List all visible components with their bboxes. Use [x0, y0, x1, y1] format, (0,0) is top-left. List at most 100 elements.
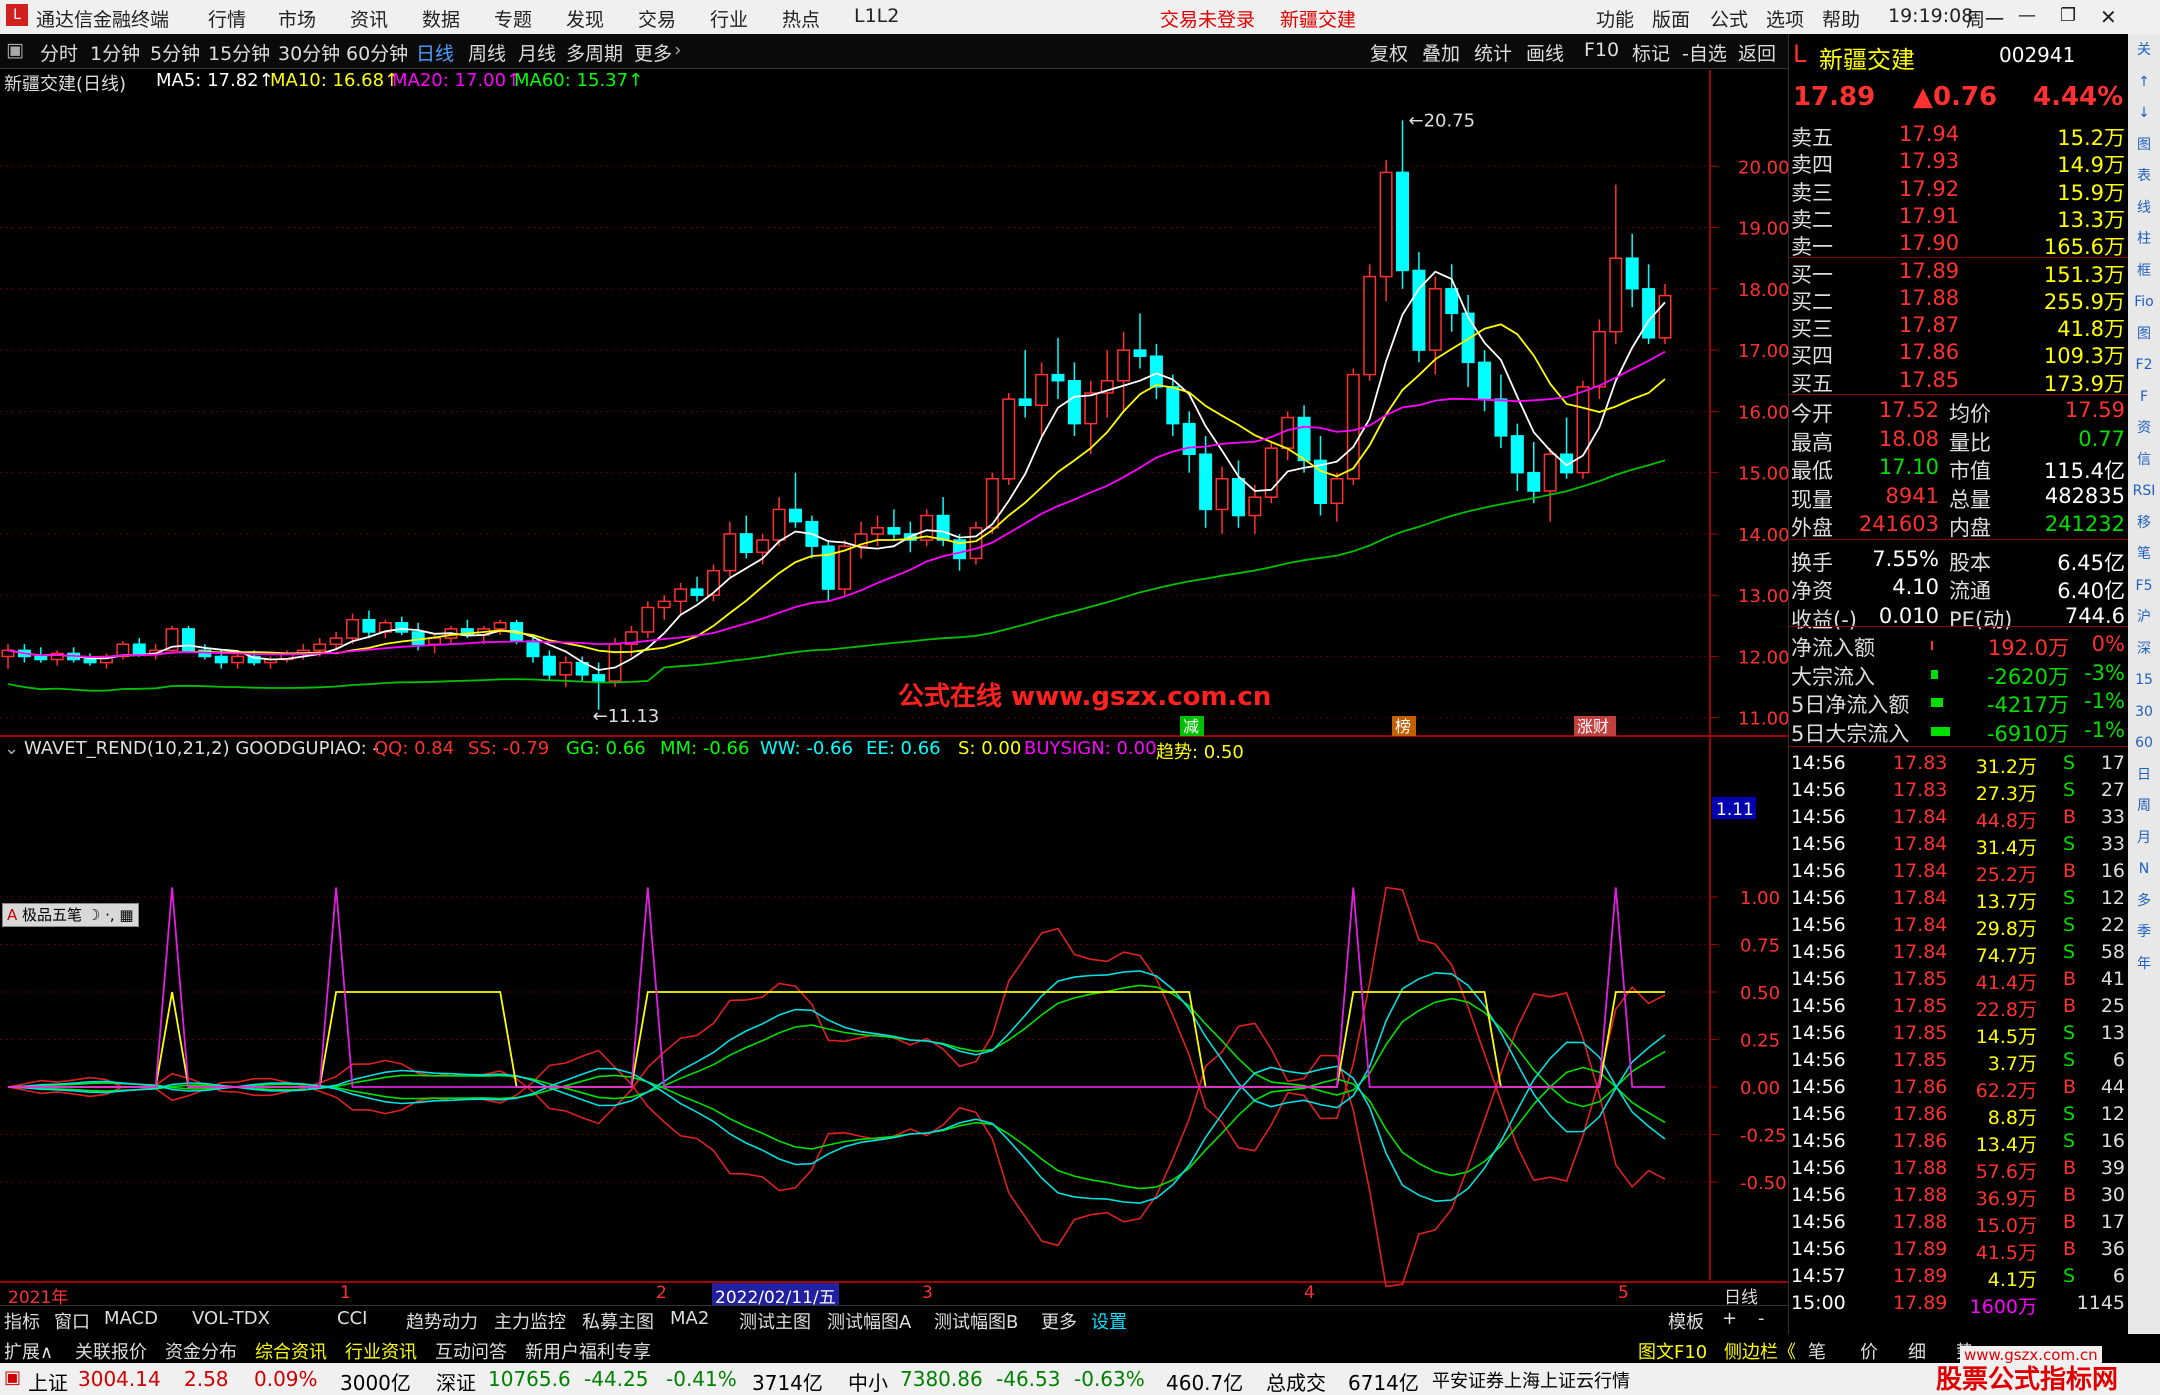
side-tool-icon[interactable]: 图: [2132, 133, 2156, 157]
indicator-tab-6[interactable]: 主力监控: [494, 1308, 566, 1334]
side-tool-icon[interactable]: 资: [2132, 416, 2156, 440]
indicator-tab-9[interactable]: 测试主图: [739, 1308, 811, 1334]
orderbook-row[interactable]: 卖三 17.92 15.9万: [1789, 177, 2129, 205]
more-chevron-icon[interactable]: ›: [674, 39, 682, 61]
indicator-tab-3[interactable]: VOL-TDX: [192, 1308, 270, 1329]
orderbook-row[interactable]: 卖二 17.91 13.3万: [1789, 204, 2129, 232]
event-tag[interactable]: 涨财: [1574, 716, 1616, 736]
side-tool-icon[interactable]: ↑: [2132, 70, 2156, 94]
indicator-tab-2[interactable]: MACD: [104, 1308, 158, 1329]
side-tool-icon[interactable]: 15: [2132, 668, 2156, 692]
side-tool-icon[interactable]: 信: [2132, 448, 2156, 472]
side-tool-icon[interactable]: 日: [2132, 763, 2156, 787]
indicator-tab-7[interactable]: 私募主图: [582, 1308, 654, 1334]
template-btn-2[interactable]: -: [1758, 1308, 1765, 1329]
side-tool-icon[interactable]: F2: [2132, 353, 2156, 377]
template-btn-0[interactable]: 模板: [1668, 1308, 1704, 1334]
indicator-tab-1[interactable]: 窗口: [54, 1308, 90, 1334]
side-tab-3[interactable]: 价: [1860, 1338, 1878, 1364]
menu-8[interactable]: 热点: [782, 5, 820, 32]
indicator-tab-0[interactable]: 指标: [4, 1308, 40, 1334]
period-tab-3[interactable]: 15分钟: [208, 39, 270, 66]
event-tag[interactable]: 减: [1180, 716, 1204, 736]
side-tool-icon[interactable]: 深: [2132, 637, 2156, 661]
side-tool-icon[interactable]: 多: [2132, 889, 2156, 913]
side-tool-icon[interactable]: 表: [2132, 164, 2156, 188]
side-tool-icon[interactable]: 柱: [2132, 227, 2156, 251]
side-tool-icon[interactable]: F: [2132, 385, 2156, 409]
menu-3[interactable]: 数据: [422, 5, 460, 32]
right-menu-3[interactable]: 选项: [1766, 5, 1804, 32]
side-tab-2[interactable]: 笔: [1808, 1338, 1826, 1364]
indicator-tab-11[interactable]: 测试幅图B: [934, 1308, 1018, 1334]
side-tool-icon[interactable]: 年: [2132, 952, 2156, 976]
maximize-icon[interactable]: ❐: [2060, 5, 2076, 26]
menu-7[interactable]: 行业: [710, 5, 748, 32]
side-tool-icon[interactable]: 60: [2132, 731, 2156, 755]
indicator-tab-5[interactable]: 趋势动力: [406, 1308, 478, 1334]
orderbook-row[interactable]: 买三 17.87 41.8万: [1789, 313, 2129, 341]
side-tool-icon[interactable]: 30: [2132, 700, 2156, 724]
orderbook-row[interactable]: 卖四 17.93 14.9万: [1789, 149, 2129, 177]
side-tool-icon[interactable]: 图: [2132, 322, 2156, 346]
toolbar-action-4[interactable]: F10: [1584, 39, 1619, 61]
side-tool-icon[interactable]: ↓: [2132, 101, 2156, 125]
side-tool-icon[interactable]: 移: [2132, 511, 2156, 535]
stock-tab[interactable]: 新疆交建: [1280, 5, 1356, 32]
period-tab-7[interactable]: 周线: [468, 39, 506, 66]
right-menu-1[interactable]: 版面: [1652, 5, 1690, 32]
indicator-tab-13[interactable]: 设置: [1091, 1308, 1127, 1334]
toolbar-action-0[interactable]: 复权: [1370, 39, 1408, 66]
side-tool-icon[interactable]: F5: [2132, 574, 2156, 598]
collapse-icon[interactable]: ⌄: [4, 738, 19, 759]
period-tab-8[interactable]: 月线: [518, 39, 556, 66]
menu-2[interactable]: 资讯: [350, 5, 388, 32]
orderbook-row[interactable]: 卖五 17.94 15.2万: [1789, 122, 2129, 150]
orderbook-row[interactable]: 卖一 17.90 165.6万: [1789, 231, 2129, 259]
side-tab-4[interactable]: 细: [1908, 1338, 1926, 1364]
event-tag[interactable]: 榜: [1392, 716, 1416, 736]
side-tool-icon[interactable]: RSI: [2132, 479, 2156, 503]
right-menu-4[interactable]: 帮助: [1822, 5, 1860, 32]
side-tool-icon[interactable]: 关: [2132, 38, 2156, 62]
info-tab-4[interactable]: 行业资讯: [345, 1338, 417, 1364]
period-tab-9[interactable]: 多周期: [566, 39, 623, 66]
right-menu-0[interactable]: 功能: [1596, 5, 1634, 32]
right-menu-2[interactable]: 公式: [1710, 5, 1748, 32]
side-tool-icon[interactable]: Fio: [2132, 290, 2156, 314]
orderbook-row[interactable]: 买四 17.86 109.3万: [1789, 340, 2129, 368]
orderbook-row[interactable]: 买二 17.88 255.9万: [1789, 286, 2129, 314]
info-tab-2[interactable]: 资金分布: [165, 1338, 237, 1364]
template-btn-1[interactable]: +: [1722, 1308, 1737, 1329]
menu-4[interactable]: 专题: [494, 5, 532, 32]
sh-label[interactable]: 上证: [28, 1367, 68, 1395]
indicator-tab-8[interactable]: MA2: [670, 1308, 709, 1329]
side-tool-icon[interactable]: 沪: [2132, 605, 2156, 629]
toolbar-action-2[interactable]: 统计: [1474, 39, 1512, 66]
toolbar-action-5[interactable]: 标记: [1632, 39, 1670, 66]
toolbar-action-1[interactable]: 叠加: [1422, 39, 1460, 66]
indicator-tab-10[interactable]: 测试幅图A: [827, 1308, 911, 1334]
ime-toolbar[interactable]: A 极品五笔 ☽ ·, ▦: [2, 903, 139, 927]
info-tab-5[interactable]: 互动问答: [435, 1338, 507, 1364]
minimize-icon[interactable]: —: [2018, 5, 2036, 26]
keyboard-icon[interactable]: ▦: [119, 906, 133, 924]
panel-toggle-icon[interactable]: ▣: [6, 39, 24, 61]
login-status[interactable]: 交易未登录: [1160, 5, 1255, 32]
orderbook-row[interactable]: 买五 17.85 173.9万: [1789, 368, 2129, 396]
sz-label[interactable]: 深证: [436, 1367, 476, 1395]
info-tab-1[interactable]: 关联报价: [75, 1338, 147, 1364]
side-tool-icon[interactable]: N: [2132, 857, 2156, 881]
period-tab-1[interactable]: 1分钟: [90, 39, 140, 66]
period-tab-0[interactable]: 分时: [40, 39, 78, 66]
orderbook-row[interactable]: 买一 17.89 151.3万: [1789, 259, 2129, 287]
menu-6[interactable]: 交易: [638, 5, 676, 32]
side-tab-1[interactable]: 侧边栏《: [1724, 1338, 1796, 1364]
info-tab-3[interactable]: 综合资讯: [255, 1338, 327, 1364]
toolbar-action-7[interactable]: 返回: [1738, 39, 1776, 66]
punct-icon[interactable]: ·,: [105, 906, 115, 924]
zx-label[interactable]: 中小: [848, 1367, 888, 1395]
info-tab-0[interactable]: 扩展∧: [4, 1338, 53, 1364]
side-tool-icon[interactable]: 线: [2132, 196, 2156, 220]
menu-5[interactable]: 发现: [566, 5, 604, 32]
